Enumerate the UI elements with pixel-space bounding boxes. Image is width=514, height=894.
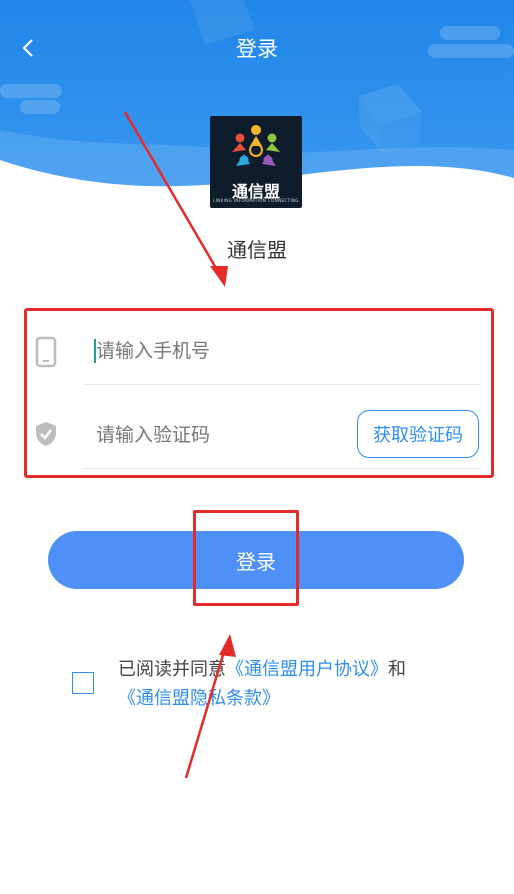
decorative-cube — [358, 84, 422, 154]
login-highlight-annotation — [193, 510, 299, 606]
decorative-cloud — [20, 100, 60, 114]
user-agreement-link[interactable]: 《通信盟用户协议》 — [226, 659, 388, 680]
verification-code-input[interactable] — [96, 424, 356, 446]
app-logo: 通信盟 LINKING INFORMATION CONNECTING — [210, 116, 302, 208]
agreement-text: 已阅读并同意《通信盟用户协议》和《通信盟隐私条款》 — [118, 655, 468, 713]
agreement-checkbox[interactable] — [72, 672, 94, 694]
shield-check-icon — [36, 422, 56, 446]
app-name: 通信盟 — [227, 238, 287, 262]
text-caret — [94, 339, 96, 363]
arrow-head — [210, 266, 228, 287]
logo-people-icon — [232, 125, 280, 166]
phone-field[interactable] — [84, 336, 480, 385]
logo-tagline: LINKING INFORMATION CONNECTING — [213, 198, 299, 203]
agreement-conjunction: 和 — [388, 659, 406, 680]
page-title: 登录 — [236, 37, 278, 61]
privacy-policy-link[interactable]: 《通信盟隐私条款》 — [118, 688, 280, 709]
arrow-head — [219, 634, 236, 657]
phone-input[interactable] — [96, 340, 476, 362]
agreement-prefix: 已阅读并同意 — [118, 659, 226, 680]
phone-icon — [35, 336, 57, 368]
decorative-cloud — [0, 84, 62, 98]
get-code-button[interactable]: 获取验证码 — [357, 410, 479, 458]
